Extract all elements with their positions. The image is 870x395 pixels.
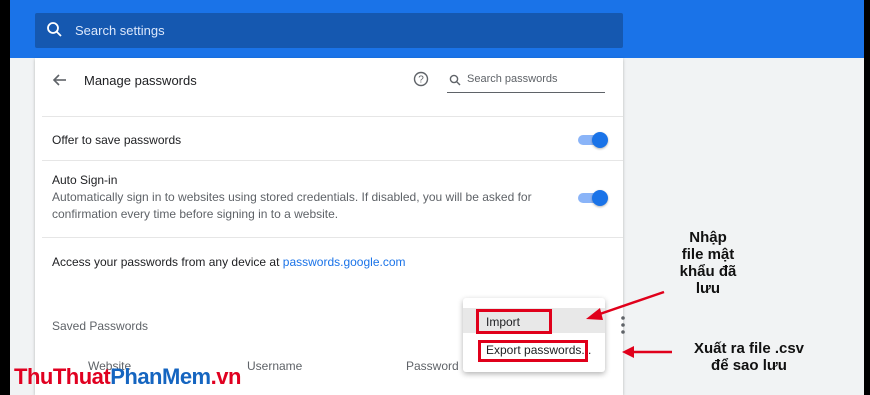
export-note-line: để sao lưu	[711, 357, 787, 374]
import-note-line: file mật	[681, 246, 735, 263]
watermark-part: PhanMem	[110, 364, 211, 389]
watermark-part: ThuThuat	[14, 364, 111, 389]
import-note-line: khẩu đã	[679, 263, 737, 280]
annotation-arrows	[586, 290, 672, 358]
import-note-line: Nhập	[689, 229, 727, 246]
watermark-logo: ThuThuatPhanMem.vn	[14, 364, 241, 390]
import-note-line: lưu	[695, 280, 721, 297]
export-annotation: Xuất ra file .csv để sao lưu	[674, 340, 824, 374]
export-note-line: Xuất ra file .csv	[693, 340, 805, 357]
import-annotation: Nhập file mật khẩu đã lưu	[660, 229, 756, 297]
watermark-part: .vn	[210, 364, 242, 389]
